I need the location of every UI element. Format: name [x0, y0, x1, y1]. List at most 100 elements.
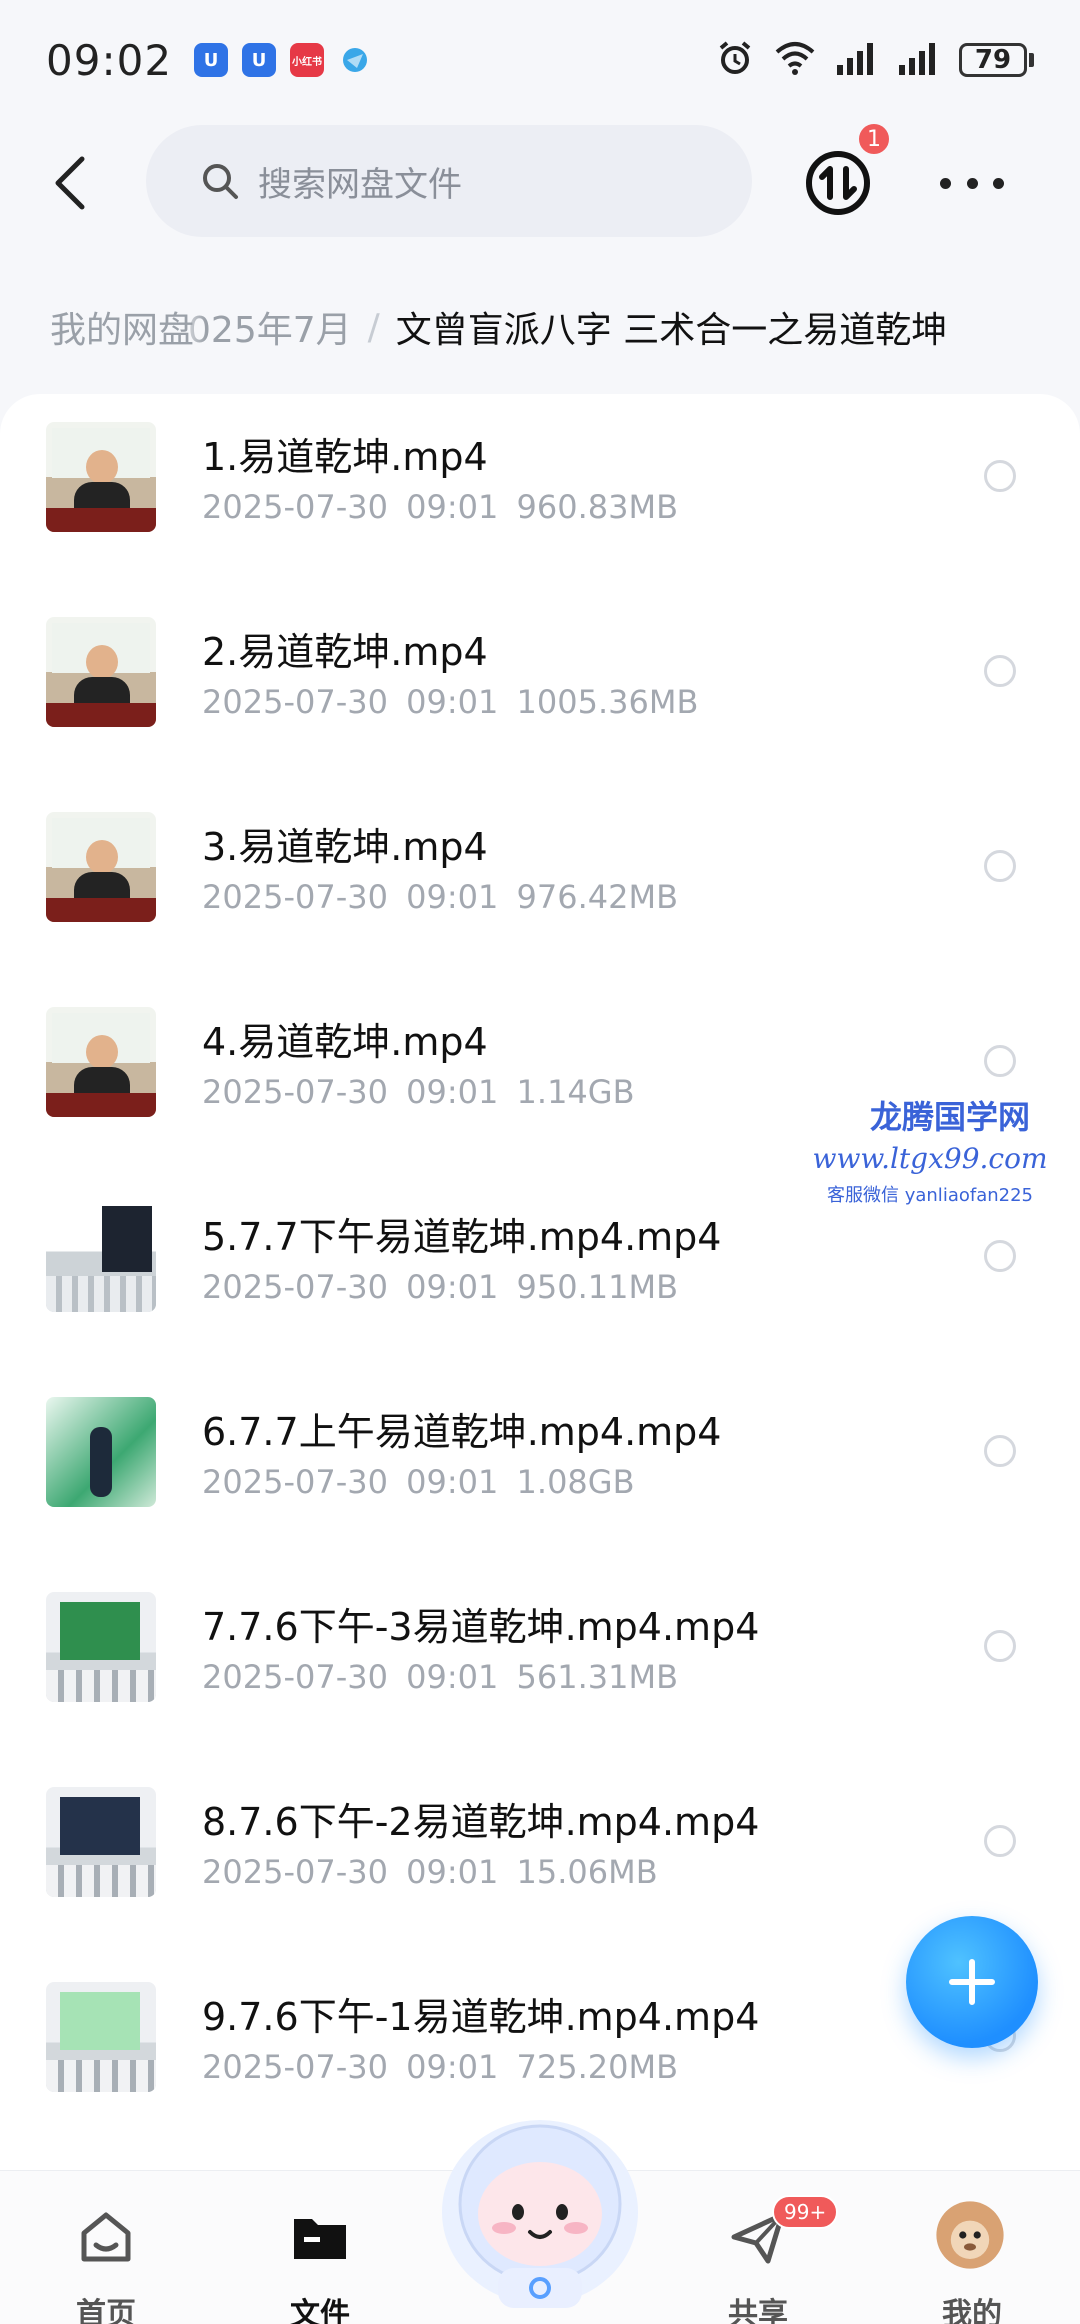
wifi-icon	[773, 40, 817, 80]
back-button[interactable]	[40, 153, 100, 213]
nav-mine-label: 我的	[942, 2297, 1002, 2324]
file-size: 976.42MB	[516, 878, 679, 916]
thumb-head	[86, 840, 118, 874]
file-date: 2025-07-30	[202, 878, 388, 916]
file-row[interactable]: 5.7.7下午易道乾坤.mp4.mp4 2025-07-30 09:01 950.…	[0, 1188, 1080, 1383]
watermark-title: 龙腾国学网	[869, 1098, 1030, 1136]
nav-files-label: 文件	[290, 2297, 350, 2324]
transfer-list-button[interactable]: 1	[802, 121, 892, 219]
file-row[interactable]: 2.易道乾坤.mp4 2025-07-30 09:01 1005.36MB	[0, 603, 1080, 798]
dot-icon	[940, 177, 951, 189]
file-date: 2025-07-30	[202, 1853, 388, 1891]
breadcrumb: 我的网盘 025年7月 / 文曾盲派八字 三术合一之易道乾坤	[0, 292, 1080, 362]
file-name: 5.7.7下午易道乾坤.mp4.mp4	[202, 1215, 722, 1259]
file-meta: 2025-07-30 09:01 725.20MB	[202, 2048, 678, 2086]
thumb-screen	[60, 1602, 140, 1660]
thumb-crowd	[46, 1276, 156, 1312]
assistant-mascot[interactable]	[438, 2112, 642, 2312]
select-radio[interactable]	[984, 1045, 1016, 1077]
file-meta: 2025-07-30 09:01 1.14GB	[202, 1073, 635, 1111]
file-time: 09:01	[406, 2048, 499, 2086]
select-radio[interactable]	[984, 460, 1016, 492]
select-radio[interactable]	[984, 1435, 1016, 1467]
file-row[interactable]: 1.易道乾坤.mp4 2025-07-30 09:01 960.83MB	[0, 408, 1080, 603]
file-date: 2025-07-30	[202, 1658, 388, 1696]
select-radio[interactable]	[984, 1825, 1016, 1857]
file-size: 561.31MB	[516, 1658, 679, 1696]
file-row[interactable]: 6.7.7上午易道乾坤.mp4.mp4 2025-07-30 09:01 1.08…	[0, 1383, 1080, 1578]
folder-icon	[294, 2219, 346, 2259]
file-size: 1005.36MB	[516, 683, 699, 721]
breadcrumb-separator: /	[367, 306, 380, 348]
header: 搜索网盘文件 1	[0, 121, 1080, 241]
file-name: 3.易道乾坤.mp4	[202, 825, 488, 869]
status-time: 09:02	[46, 35, 173, 85]
nav-home[interactable]: 首页	[46, 2193, 166, 2324]
more-button[interactable]	[940, 163, 1004, 203]
breadcrumb-current: 文曾盲派八字 三术合一之易道乾坤	[395, 310, 948, 351]
xiaohongshu-icon: 小红书	[290, 43, 325, 77]
file-size: 1.08GB	[516, 1463, 635, 1501]
thumb-head	[86, 645, 118, 679]
back-arrow-icon	[55, 156, 85, 210]
thumb-head	[86, 1035, 118, 1069]
add-button[interactable]	[906, 1916, 1038, 2048]
file-name: 1.易道乾坤.mp4	[202, 435, 488, 479]
file-date: 2025-07-30	[202, 488, 388, 526]
search-icon	[203, 164, 238, 199]
file-size: 725.20MB	[516, 2048, 679, 2086]
file-time: 09:01	[406, 1658, 499, 1696]
avatar	[936, 2201, 1004, 2269]
file-time: 09:01	[406, 1268, 499, 1306]
file-list: 1.易道乾坤.mp4 2025-07-30 09:01 960.83MB 2.易道乾…	[0, 394, 1080, 2184]
file-date: 2025-07-30	[202, 1268, 388, 1306]
file-row[interactable]: 8.7.6下午-2易道乾坤.mp4.mp4 2025-07-30 09:01 15…	[0, 1773, 1080, 1968]
select-radio[interactable]	[984, 850, 1016, 882]
transfer-icon	[806, 151, 870, 215]
home-icon	[81, 2212, 131, 2262]
nav-share-label: 共享	[728, 2297, 788, 2324]
plus-icon	[949, 1959, 995, 2005]
file-time: 09:01	[406, 878, 499, 916]
file-name: 7.7.6下午-3易道乾坤.mp4.mp4	[202, 1605, 760, 1649]
select-radio[interactable]	[984, 1630, 1016, 1662]
file-meta: 2025-07-30 09:01 561.31MB	[202, 1658, 678, 1696]
select-radio[interactable]	[984, 1240, 1016, 1272]
nav-share[interactable]: 99+ 共享	[698, 2193, 839, 2324]
dot-icon	[993, 177, 1004, 189]
file-meta: 2025-07-30 09:01 15.06MB	[202, 1853, 658, 1891]
file-meta: 2025-07-30 09:01 1.08GB	[202, 1463, 635, 1501]
dot-icon	[966, 177, 978, 189]
watermark: 龙腾国学网 www.ltgx99.com 客服微信 yanliaofan225	[812, 1092, 1070, 1207]
video-thumbnail	[46, 1397, 156, 1507]
video-thumbnail	[46, 1007, 156, 1117]
file-meta: 2025-07-30 09:01 976.42MB	[202, 878, 678, 916]
file-time: 09:01	[406, 488, 499, 526]
page: 09:02 U U 小红书 79 搜索网盘文件 1 我的网盘 025年7月 / …	[0, 0, 1080, 2324]
video-thumbnail	[46, 1982, 156, 2092]
thumb-shelf	[46, 898, 156, 922]
video-thumbnail	[46, 422, 156, 532]
nav-home-label: 首页	[76, 2297, 136, 2324]
search-input[interactable]: 搜索网盘文件	[146, 125, 752, 237]
thumb-screen	[102, 1206, 152, 1272]
nav-files[interactable]: 文件	[260, 2193, 380, 2324]
file-date: 2025-07-30	[202, 2048, 388, 2086]
file-row[interactable]: 3.易道乾坤.mp4 2025-07-30 09:01 976.42MB	[0, 798, 1080, 993]
breadcrumb-root[interactable]: 我的网盘	[0, 301, 207, 353]
video-thumbnail	[46, 1202, 156, 1312]
breadcrumb-folder[interactable]: 025年7月	[188, 301, 352, 353]
file-meta: 2025-07-30 09:01 950.11MB	[202, 1268, 678, 1306]
app-notification-icon: U	[194, 43, 229, 77]
status-bar: 09:02 U U 小红书 79	[0, 0, 1080, 120]
file-size: 960.83MB	[516, 488, 679, 526]
nav-mine[interactable]: 我的	[912, 2193, 1032, 2324]
file-name: 2.易道乾坤.mp4	[202, 630, 488, 674]
file-date: 2025-07-30	[202, 683, 388, 721]
watermark-url: www.ltgx99.com	[812, 1142, 1048, 1175]
select-radio[interactable]	[984, 655, 1016, 687]
thumb-screen	[60, 1797, 140, 1855]
search-placeholder: 搜索网盘文件	[258, 164, 462, 205]
file-row[interactable]: 7.7.6下午-3易道乾坤.mp4.mp4 2025-07-30 09:01 56…	[0, 1578, 1080, 1773]
battery-indicator: 79	[959, 43, 1034, 77]
